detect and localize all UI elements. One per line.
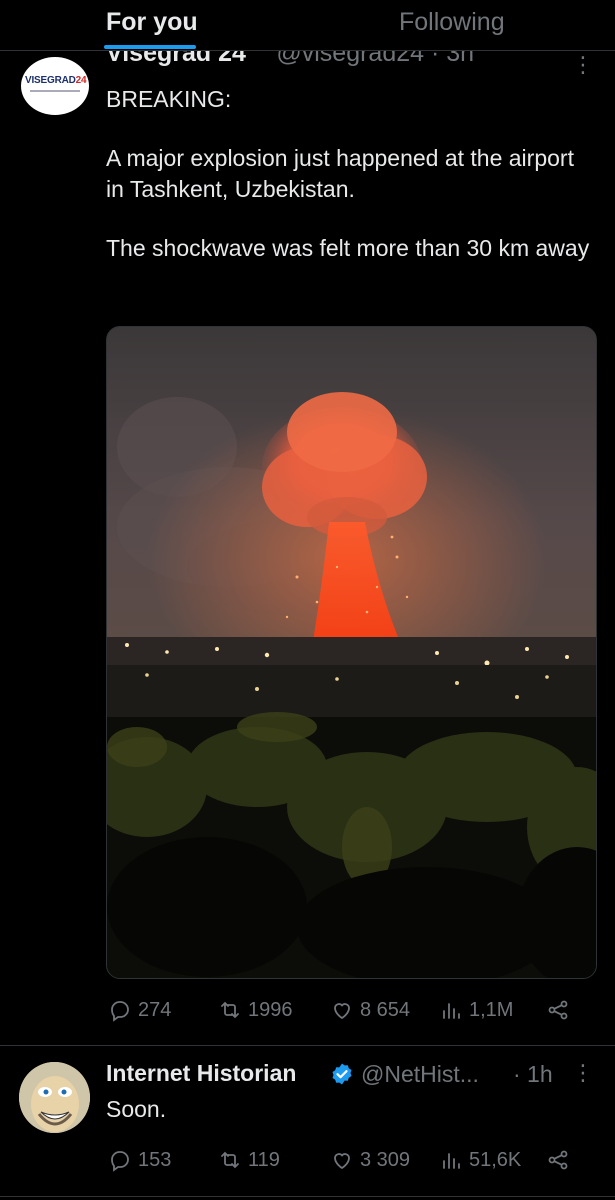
divider xyxy=(0,1045,615,1046)
repost-icon xyxy=(221,1151,239,1169)
tweet-media-photo[interactable] xyxy=(106,326,597,979)
like-count: 3 309 xyxy=(360,1148,411,1171)
divider xyxy=(0,1196,615,1197)
like-button[interactable]: 3 309 xyxy=(330,1148,410,1172)
share-icon xyxy=(548,1150,568,1170)
avatar-tagline xyxy=(30,90,80,92)
timeline-tabs: For you Following xyxy=(0,0,615,51)
more-icon[interactable]: ⋮ xyxy=(572,1060,594,1086)
share-button[interactable] xyxy=(546,1148,570,1172)
author-handle[interactable]: @NetHist... xyxy=(361,1061,479,1088)
avatar-cartoon-face xyxy=(19,1062,90,1133)
reply-icon xyxy=(111,1001,129,1022)
tweet-line: BREAKING: xyxy=(106,86,232,112)
views-count: 1,1M xyxy=(469,998,514,1021)
tweet-line: The shockwave was felt more than 30 km a… xyxy=(106,235,590,261)
avatar[interactable] xyxy=(19,1062,90,1133)
avatar-brand-num: 24 xyxy=(75,75,87,86)
repost-count: 119 xyxy=(248,1148,280,1171)
views-button[interactable]: 51,6K xyxy=(439,1148,521,1172)
tweet-text: Soon. xyxy=(106,1096,167,1122)
tweet-actions: 153 119 3 309 51,6K xyxy=(106,1148,596,1178)
avatar[interactable]: VISEGRAD24 xyxy=(21,57,89,115)
share-icon xyxy=(548,1000,568,1020)
tweet-line: A major explosion just happened at the a… xyxy=(106,145,574,202)
tab-for-you[interactable]: For you xyxy=(106,8,198,37)
tweet-text: BREAKING: A major explosion just happene… xyxy=(106,84,596,292)
views-count: 51,6K xyxy=(469,1148,522,1171)
repost-count: 1996 xyxy=(248,998,293,1021)
more-icon[interactable]: ⋮ xyxy=(572,52,594,78)
repost-button[interactable]: 119 xyxy=(218,1148,280,1172)
active-tab-indicator xyxy=(104,45,196,49)
views-button[interactable]: 1,1M xyxy=(439,998,513,1022)
author-name[interactable]: Internet Historian xyxy=(106,1060,296,1087)
like-icon xyxy=(334,1153,350,1170)
avatar-brand-text: VISEGRAD xyxy=(25,75,76,86)
repost-icon xyxy=(221,1001,239,1019)
like-button[interactable]: 8 654 xyxy=(330,998,410,1022)
tweet-actions: 274 1996 8 654 1,1M xyxy=(106,998,596,1028)
reply-icon xyxy=(111,1151,129,1172)
share-button[interactable] xyxy=(546,998,570,1022)
repost-button[interactable]: 1996 xyxy=(218,998,293,1022)
reply-count: 274 xyxy=(138,998,172,1021)
tab-following[interactable]: Following xyxy=(399,8,505,37)
reply-button[interactable]: 274 xyxy=(108,998,171,1022)
reply-count: 153 xyxy=(138,1148,172,1171)
views-icon xyxy=(443,1003,460,1019)
like-icon xyxy=(334,1003,350,1020)
like-count: 8 654 xyxy=(360,998,411,1021)
views-icon xyxy=(443,1153,460,1169)
photo-explosion-night-city xyxy=(107,327,596,978)
verified-icon xyxy=(332,1063,352,1085)
reply-button[interactable]: 153 xyxy=(108,1148,171,1172)
timestamp[interactable]: · 1h xyxy=(513,1061,553,1088)
avatar-logo: VISEGRAD24 xyxy=(25,75,87,86)
